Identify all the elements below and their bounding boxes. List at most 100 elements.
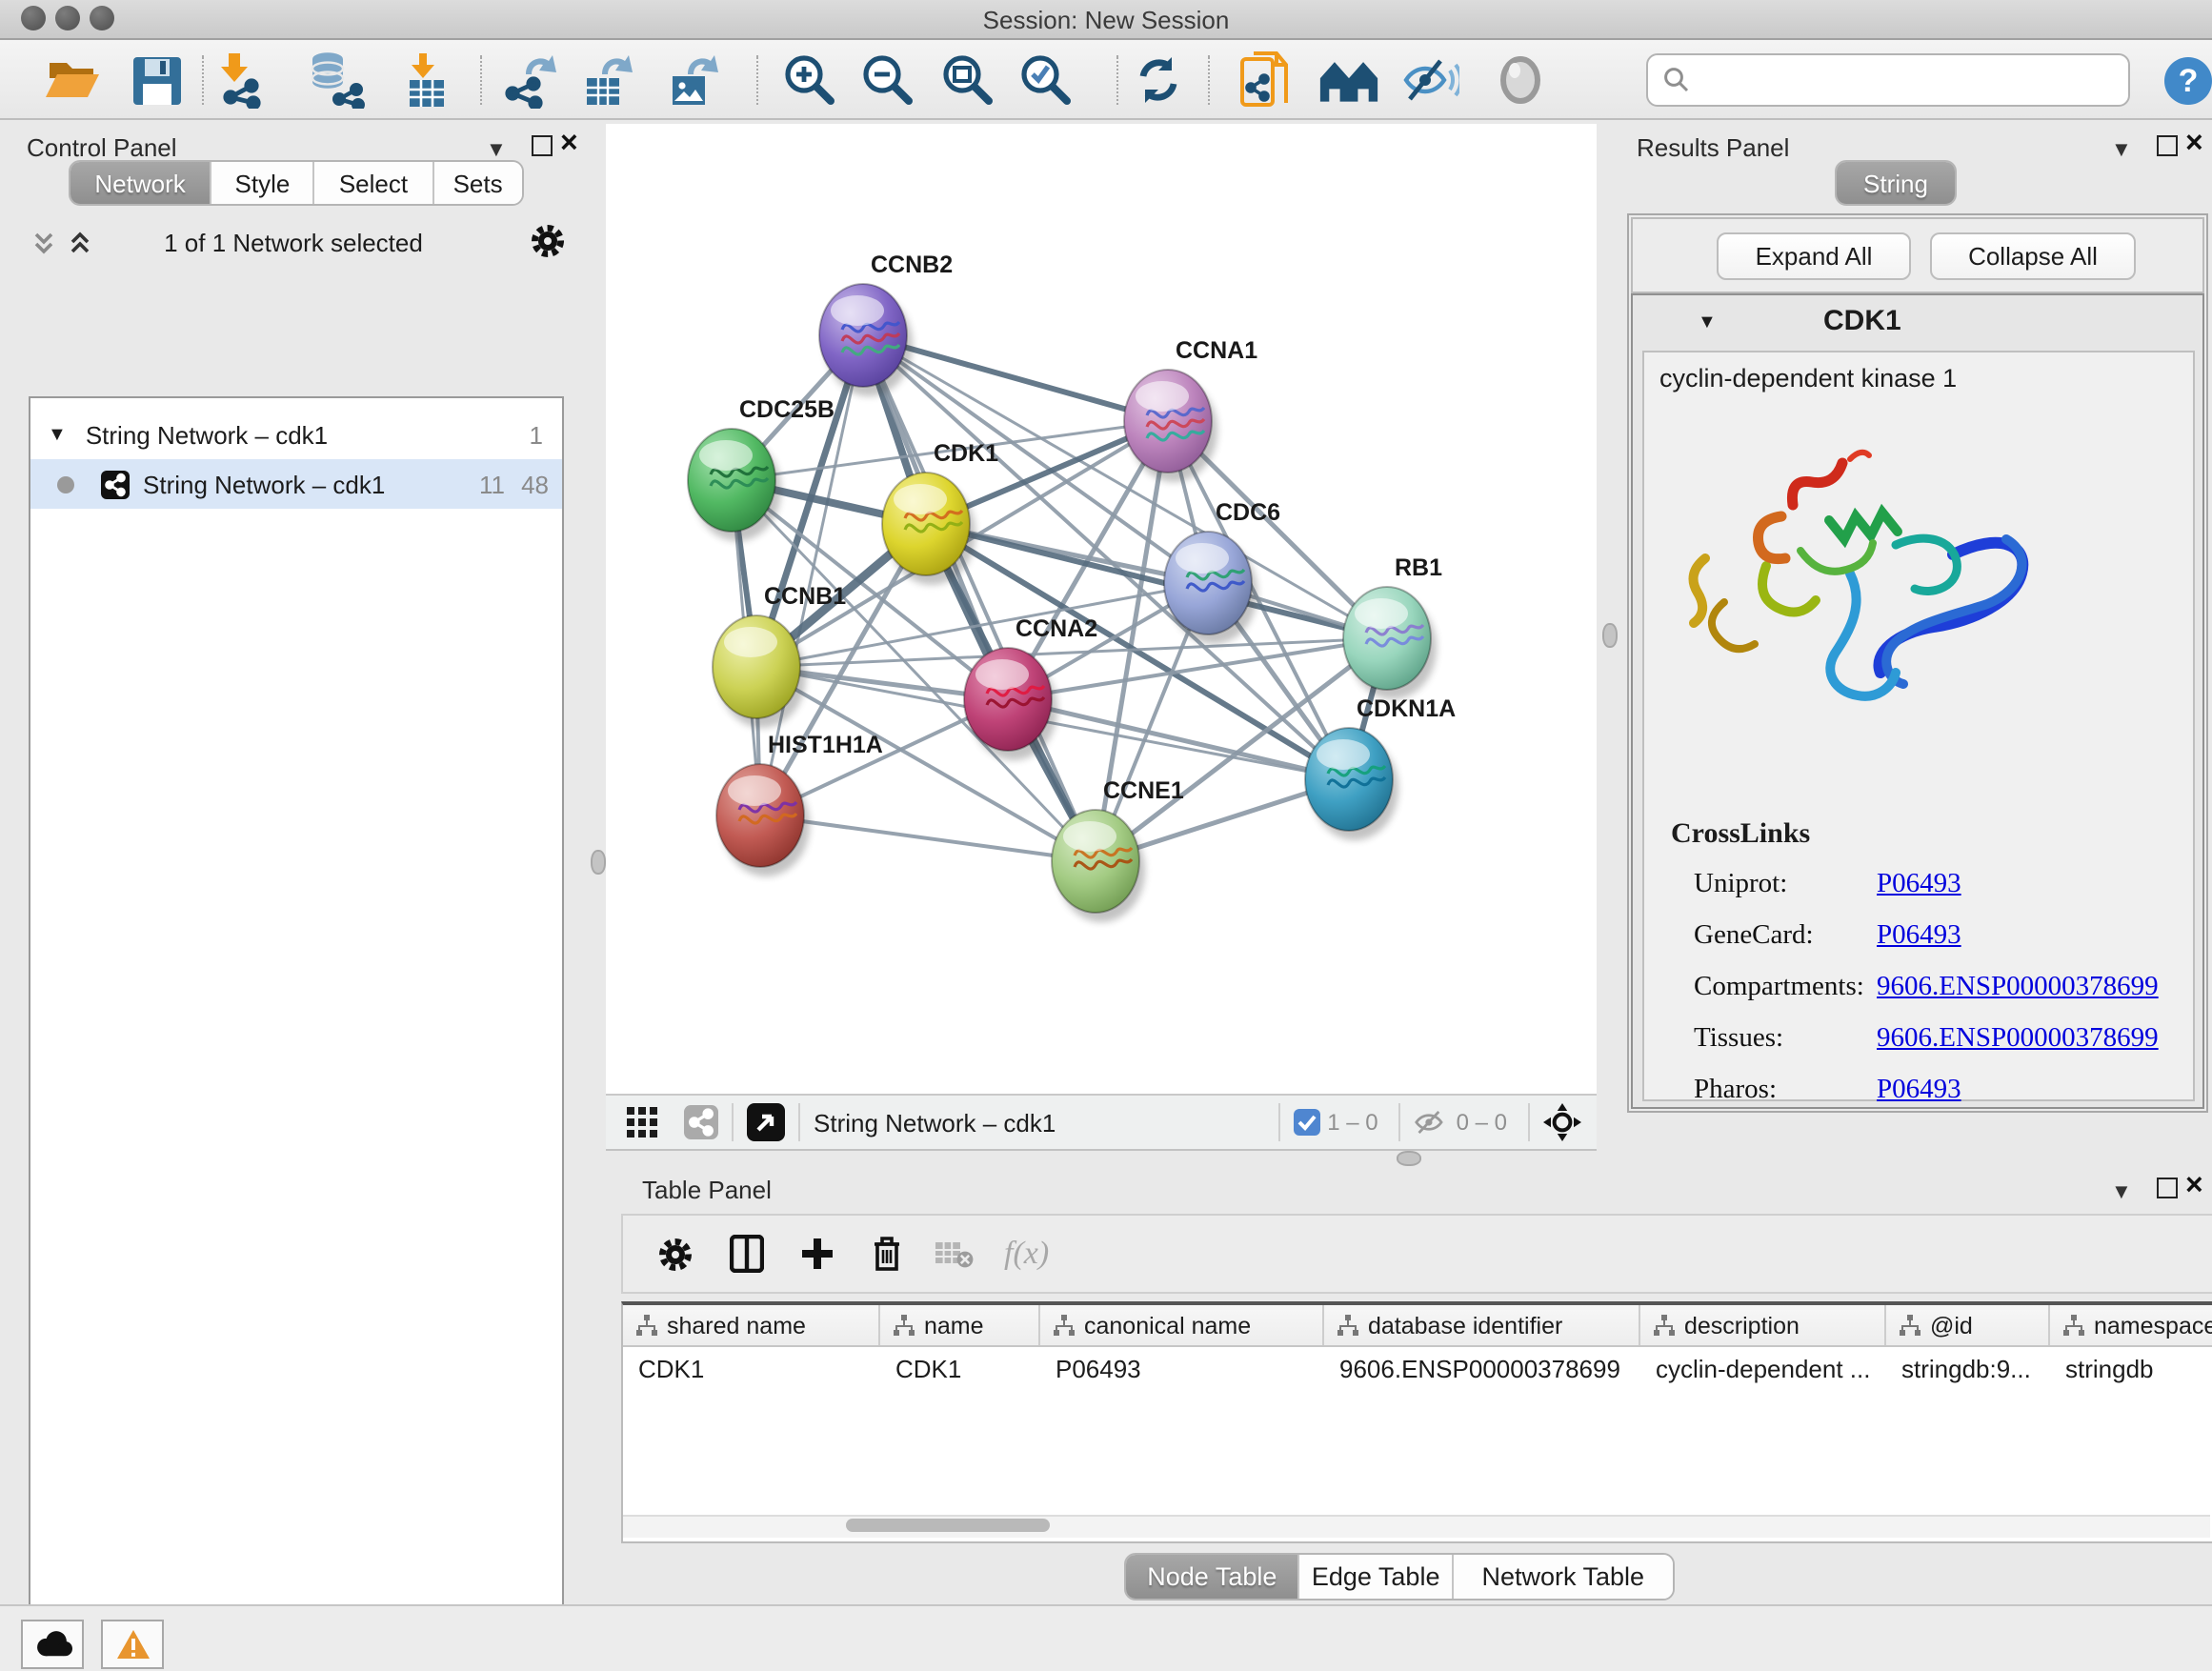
table-panel-close-icon[interactable]: × <box>2185 1176 2203 1198</box>
column-header[interactable]: namespace <box>2050 1305 2212 1345</box>
zoom-in-button[interactable] <box>779 51 840 109</box>
screenshot-stage: Session: New Session <box>0 0 2212 1671</box>
network-name-label: String Network – cdk1 <box>143 470 385 498</box>
open-session-button[interactable] <box>42 51 103 109</box>
zoom-out-button[interactable] <box>857 51 918 109</box>
network-node-RB1[interactable]: RB1 <box>1343 554 1442 699</box>
import-table-button[interactable] <box>396 51 457 109</box>
hidden-eye-icon[interactable] <box>1415 1109 1449 1136</box>
compartments-link[interactable]: 9606.ENSP00000378699 <box>1877 972 2159 1004</box>
birdseye-toggle-icon[interactable] <box>747 1103 785 1141</box>
import-network-file-button[interactable] <box>211 51 272 109</box>
toolbar-separator <box>1116 55 1118 105</box>
node-label: CDC6 <box>1216 499 1280 526</box>
save-session-button[interactable] <box>126 51 187 109</box>
zoom-selected-button[interactable] <box>1016 51 1076 109</box>
cytoscape-window: Session: New Session <box>0 0 2212 1671</box>
refresh-button[interactable] <box>1128 51 1189 109</box>
tab-sets[interactable]: Sets <box>433 162 522 204</box>
tab-edge-table[interactable]: Edge Table <box>1300 1555 1454 1599</box>
delete-column-icon[interactable] <box>871 1235 903 1273</box>
add-column-icon[interactable] <box>800 1237 835 1271</box>
cloud-icon <box>33 1631 71 1658</box>
inspect-eye-button[interactable] <box>1490 51 1551 109</box>
tissues-link[interactable]: 9606.ENSP00000378699 <box>1877 1023 2159 1056</box>
warning-status-button[interactable] <box>101 1620 164 1669</box>
database-icon <box>305 51 366 109</box>
export-table-button[interactable] <box>577 51 638 109</box>
tab-select[interactable]: Select <box>315 162 433 204</box>
column-header[interactable]: description <box>1640 1305 1886 1345</box>
import-network-database-button[interactable] <box>305 51 366 109</box>
tree-collapse-arrow-icon[interactable]: ▼ <box>48 424 67 445</box>
column-header[interactable]: name <box>880 1305 1040 1345</box>
network-edge[interactable] <box>863 335 1096 861</box>
network-tree-selected-row[interactable]: String Network – cdk1 11 48 <box>30 459 562 509</box>
search-field[interactable] <box>1646 53 2130 107</box>
control-panel-float-icon[interactable]: ▼ <box>486 139 507 162</box>
network-node-CCNE1[interactable]: CCNE1 <box>1052 777 1184 922</box>
table-panel-title: Table Panel <box>642 1176 772 1204</box>
share-view-icon[interactable] <box>684 1105 718 1139</box>
collapse-all-button[interactable]: Collapse All <box>1930 232 2136 280</box>
share-document-button[interactable] <box>1235 51 1296 109</box>
network-edge[interactable] <box>760 815 1096 861</box>
network-canvas[interactable]: CCNB2CCNA1CDC25BCDK1CDC6RB1CCNB1CCNA2CDK… <box>606 124 1597 1094</box>
control-panel-maximize-icon[interactable] <box>532 135 553 156</box>
cloud-status-button[interactable] <box>21 1620 84 1669</box>
network-selection-status: 1 of 1 Network selected <box>0 229 587 257</box>
tab-network-table[interactable]: Network Table <box>1454 1555 1673 1599</box>
bottom-splitter-handle[interactable] <box>1397 1151 1421 1166</box>
tab-network[interactable]: Network <box>70 162 211 204</box>
eye-slash-icon <box>1402 55 1459 105</box>
pan-crosshair-icon[interactable] <box>1543 1103 1581 1141</box>
expand-all-button[interactable]: Expand All <box>1717 232 1911 280</box>
column-header[interactable]: canonical name <box>1040 1305 1324 1345</box>
results-panel-maximize-icon[interactable] <box>2157 135 2178 156</box>
tab-style[interactable]: Style <box>211 162 315 204</box>
table-panel-float-icon[interactable]: ▼ <box>2111 1181 2132 1204</box>
node-label: CCNB1 <box>764 583 846 610</box>
selected-checkbox-icon[interactable] <box>1293 1109 1319 1136</box>
pharos-link[interactable]: P06493 <box>1877 1075 1961 1107</box>
table-panel-maximize-icon[interactable] <box>2157 1178 2178 1198</box>
warning-icon <box>115 1629 150 1660</box>
string-network-graph[interactable]: CCNB2CCNA1CDC25BCDK1CDC6RB1CCNB1CCNA2CDK… <box>606 124 1597 1094</box>
network-tree-root-row[interactable]: ▼ String Network – cdk1 1 <box>30 410 562 459</box>
node-table: shared name name canonical name database… <box>621 1301 2212 1543</box>
string-home-button[interactable] <box>1318 51 1379 109</box>
network-node-HIST1H1A[interactable]: HIST1H1A <box>716 732 883 876</box>
zoom-fit-button[interactable] <box>937 51 998 109</box>
table-row[interactable]: CDK1 CDK1 P06493 9606.ENSP00000378699 cy… <box>623 1347 2212 1389</box>
left-splitter-handle[interactable] <box>591 850 606 875</box>
help-button[interactable]: ? <box>2157 51 2212 109</box>
table-options-gear-icon[interactable] <box>657 1236 694 1272</box>
export-network-button[interactable] <box>499 51 560 109</box>
results-panel-close-icon[interactable]: × <box>2185 133 2203 156</box>
string-network-icon <box>101 470 130 498</box>
column-header[interactable]: database identifier <box>1324 1305 1640 1345</box>
network-node-CCNA1[interactable]: CCNA1 <box>1124 337 1257 482</box>
grid-view-icon[interactable] <box>627 1106 659 1138</box>
select-columns-icon[interactable] <box>730 1235 764 1273</box>
column-header[interactable]: shared name <box>623 1305 880 1345</box>
control-panel-close-icon[interactable]: × <box>560 133 578 156</box>
cdk1-collapse-arrow-icon[interactable]: ▼ <box>1698 312 1717 333</box>
network-node-CDK1[interactable]: CDK1 <box>882 440 998 585</box>
uniprot-link[interactable]: P06493 <box>1877 869 1961 901</box>
scrollbar-thumb[interactable] <box>846 1519 1050 1532</box>
results-panel-float-icon[interactable]: ▼ <box>2111 139 2132 162</box>
zoom-selected-icon <box>1018 52 1074 108</box>
hide-glasses-button[interactable] <box>1400 51 1461 109</box>
control-panel: Control Panel ▼ × Network Style Select S… <box>0 118 587 1604</box>
network-node-CDKN1A[interactable]: CDKN1A <box>1305 695 1456 840</box>
search-input[interactable] <box>1699 65 2128 95</box>
import-network-icon <box>213 51 271 109</box>
tab-node-table[interactable]: Node Table <box>1126 1555 1300 1599</box>
export-image-button[interactable] <box>663 51 724 109</box>
genecard-link[interactable]: P06493 <box>1877 920 1961 953</box>
node-label: CDKN1A <box>1357 695 1456 722</box>
column-header[interactable]: @id <box>1886 1305 2050 1345</box>
network-options-gear-icon[interactable] <box>530 223 566 269</box>
tab-string[interactable]: String <box>1837 162 1955 204</box>
